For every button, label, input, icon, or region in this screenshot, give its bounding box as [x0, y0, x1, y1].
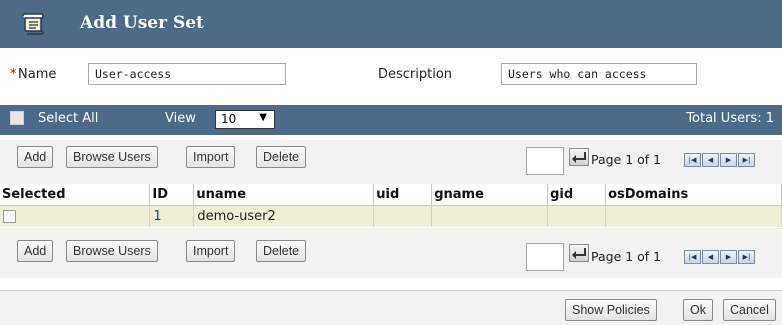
users-table: Selected ID uname uid gname gid osDomain…	[0, 184, 782, 227]
row-id[interactable]: 1	[153, 209, 161, 224]
uname-cell: demo-user2	[193, 205, 375, 227]
page-number-input-bottom[interactable]	[526, 243, 564, 271]
dialog-footer	[0, 290, 782, 325]
select-all-checkbox[interactable]	[10, 111, 24, 125]
next-page-icon[interactable]: ▶	[720, 250, 737, 264]
add-button[interactable]: Add	[17, 146, 54, 168]
last-page-icon[interactable]: ▶|	[738, 250, 755, 264]
show-policies-button[interactable]: Show Policies	[565, 299, 657, 321]
gname-cell	[431, 205, 549, 227]
column-header-osdomains[interactable]: osDomains	[605, 184, 782, 206]
scroll-icon	[22, 13, 44, 35]
table-header-row: Selected ID uname uid gname gid osDomain…	[0, 184, 782, 206]
pager-controls-bottom: |◀ ◀ ▶ ▶|	[684, 250, 756, 266]
go-to-page-icon[interactable]	[569, 148, 589, 166]
row-select-cell	[0, 205, 151, 227]
last-page-icon[interactable]: ▶|	[738, 153, 755, 167]
go-to-page-icon[interactable]	[569, 244, 589, 262]
add-button-bottom[interactable]: Add	[17, 240, 54, 262]
first-page-icon[interactable]: |◀	[684, 153, 701, 167]
dialog-title: Add User Set	[80, 13, 204, 33]
view-select-value: 10	[221, 112, 237, 126]
column-header-id[interactable]: ID	[149, 184, 195, 206]
column-header-gid[interactable]: gid	[547, 184, 607, 206]
chevron-down-icon: ▼	[259, 112, 267, 123]
prev-page-icon[interactable]: ◀	[702, 250, 719, 264]
required-marker: *	[10, 67, 17, 82]
table-row[interactable]: 1 demo-user2	[0, 205, 782, 227]
name-label: Name	[18, 67, 57, 82]
id-cell: 1	[149, 205, 195, 227]
column-header-uname[interactable]: uname	[193, 184, 375, 206]
browse-users-button-bottom[interactable]: Browse Users	[66, 240, 158, 262]
column-header-gname[interactable]: gname	[431, 184, 549, 206]
view-label: View	[165, 111, 196, 126]
next-page-icon[interactable]: ▶	[720, 153, 737, 167]
column-header-uid[interactable]: uid	[373, 184, 433, 206]
column-header-selected[interactable]: Selected	[0, 184, 151, 206]
import-button-bottom[interactable]: Import	[186, 240, 236, 262]
total-users: Total Users: 1	[686, 111, 774, 126]
view-select[interactable]: 10 ▼	[215, 110, 275, 129]
delete-button[interactable]: Delete	[256, 146, 307, 168]
page-indicator-bottom: Page 1 of 1	[591, 249, 662, 264]
osdomains-cell	[605, 205, 782, 227]
delete-button-bottom[interactable]: Delete	[256, 240, 307, 262]
description-input[interactable]	[501, 63, 697, 85]
browse-users-button[interactable]: Browse Users	[66, 146, 158, 168]
select-all-label: Select All	[38, 111, 99, 126]
first-page-icon[interactable]: |◀	[684, 250, 701, 264]
gid-cell	[547, 205, 607, 227]
page-indicator: Page 1 of 1	[591, 152, 662, 167]
prev-page-icon[interactable]: ◀	[702, 153, 719, 167]
page-number-input[interactable]	[526, 147, 564, 175]
row-checkbox[interactable]	[3, 210, 16, 223]
selection-toolbar	[0, 105, 782, 135]
pager-controls: |◀ ◀ ▶ ▶|	[684, 153, 756, 169]
description-label: Description	[378, 67, 453, 82]
import-button[interactable]: Import	[186, 146, 236, 168]
name-input[interactable]	[88, 63, 286, 85]
ok-button[interactable]: Ok	[683, 299, 713, 321]
uid-cell	[373, 205, 433, 227]
cancel-button[interactable]: Cancel	[723, 299, 776, 321]
